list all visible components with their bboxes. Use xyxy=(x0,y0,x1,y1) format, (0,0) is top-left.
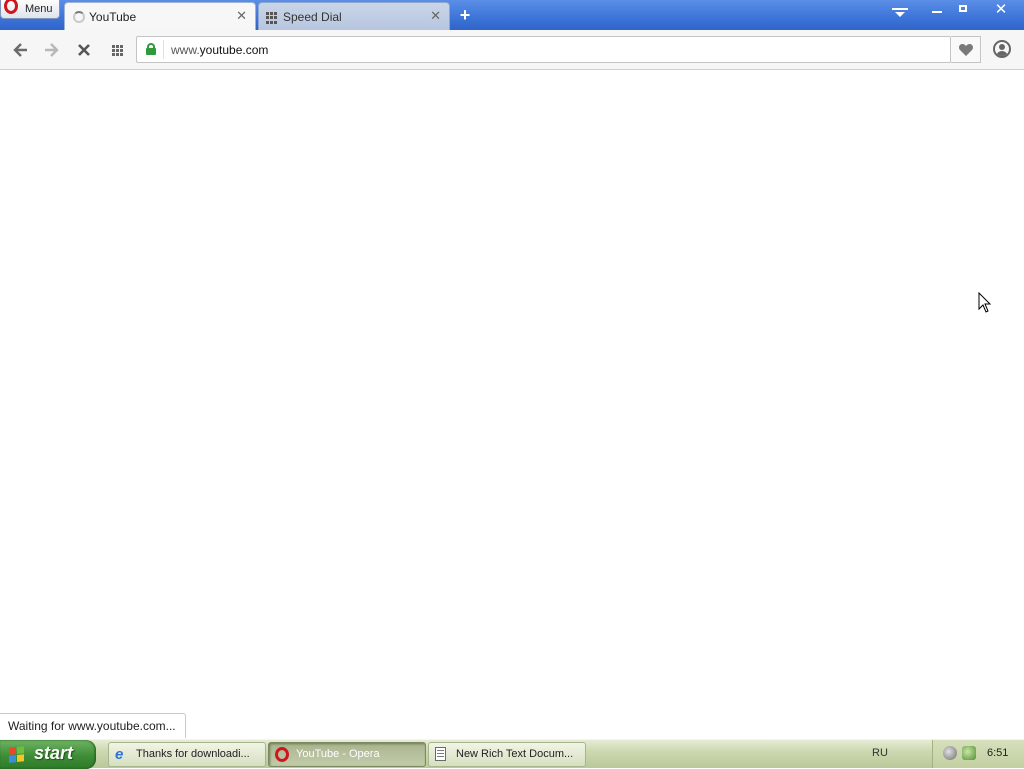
arrow-left-icon xyxy=(13,43,27,57)
address-bar[interactable]: www.youtube.com xyxy=(136,36,951,63)
minimize-button[interactable] xyxy=(926,0,948,19)
task-label: New Rich Text Docum... xyxy=(456,748,574,760)
navigation-toolbar: www.youtube.com xyxy=(0,30,1024,70)
close-tab-icon[interactable]: ✕ xyxy=(430,9,441,23)
language-indicator[interactable]: RU xyxy=(869,746,891,761)
start-label: start xyxy=(34,743,74,763)
task-label: Thanks for downloadi... xyxy=(136,748,250,760)
opera-menu-button[interactable]: Menu xyxy=(0,0,60,19)
heart-icon xyxy=(958,44,973,56)
status-bar: Waiting for www.youtube.com... xyxy=(0,713,186,738)
account-icon xyxy=(999,44,1005,50)
lock-icon xyxy=(146,43,156,55)
clock[interactable]: 6:51 xyxy=(987,747,1008,759)
task-label: YouTube - Opera xyxy=(296,748,380,760)
stop-loading-button[interactable] xyxy=(74,40,94,60)
system-tray: 6:51 xyxy=(932,740,1024,768)
tab-speed-dial[interactable]: Speed Dial ✕ xyxy=(258,2,450,30)
stop-x-icon xyxy=(78,44,90,56)
address-text[interactable]: www.youtube.com xyxy=(171,43,268,57)
internet-explorer-icon: e xyxy=(115,746,124,763)
browser-title-bar: Menu YouTube ✕ Speed Dial ✕ + ✕ xyxy=(0,0,1024,30)
back-button[interactable] xyxy=(11,40,31,60)
bookmark-button[interactable] xyxy=(951,36,981,63)
tab-menu-icon[interactable] xyxy=(892,8,908,22)
start-button[interactable]: start xyxy=(0,740,96,769)
opera-logo-icon xyxy=(4,0,18,14)
tab-youtube[interactable]: YouTube ✕ xyxy=(64,2,256,30)
opera-icon xyxy=(275,747,289,762)
account-button[interactable] xyxy=(993,40,1011,58)
windows-taskbar: start e Thanks for downloadi... YouTube … xyxy=(0,739,1024,769)
address-divider xyxy=(163,40,164,59)
menu-label: Menu xyxy=(25,3,53,15)
arrow-right-icon xyxy=(45,43,59,57)
address-prefix: www. xyxy=(171,43,200,57)
restore-icon xyxy=(959,5,967,12)
security-tray-icon[interactable] xyxy=(962,746,976,760)
close-window-button[interactable]: ✕ xyxy=(980,0,1022,19)
tab-title: Speed Dial xyxy=(283,10,342,24)
close-tab-icon[interactable]: ✕ xyxy=(236,9,247,23)
loading-spinner-icon xyxy=(73,11,85,23)
network-tray-icon[interactable] xyxy=(943,746,957,760)
tab-title: YouTube xyxy=(89,10,137,24)
new-tab-button[interactable]: + xyxy=(456,6,474,24)
grid-icon xyxy=(112,45,128,56)
minimize-icon xyxy=(932,11,942,13)
forward-button[interactable] xyxy=(41,40,61,60)
page-content[interactable] xyxy=(0,70,1024,739)
address-domain: youtube.com xyxy=(199,43,269,57)
taskbar-item-opera[interactable]: YouTube - Opera xyxy=(268,742,426,767)
taskbar-item-internet-explorer[interactable]: e Thanks for downloadi... xyxy=(108,742,266,767)
windows-logo-icon xyxy=(9,746,25,764)
speed-dial-button[interactable] xyxy=(108,40,128,60)
taskbar-item-wordpad[interactable]: New Rich Text Docum... xyxy=(428,742,586,767)
restore-button[interactable] xyxy=(952,0,974,19)
document-icon xyxy=(435,747,446,761)
speed-dial-grid-icon xyxy=(266,12,278,24)
